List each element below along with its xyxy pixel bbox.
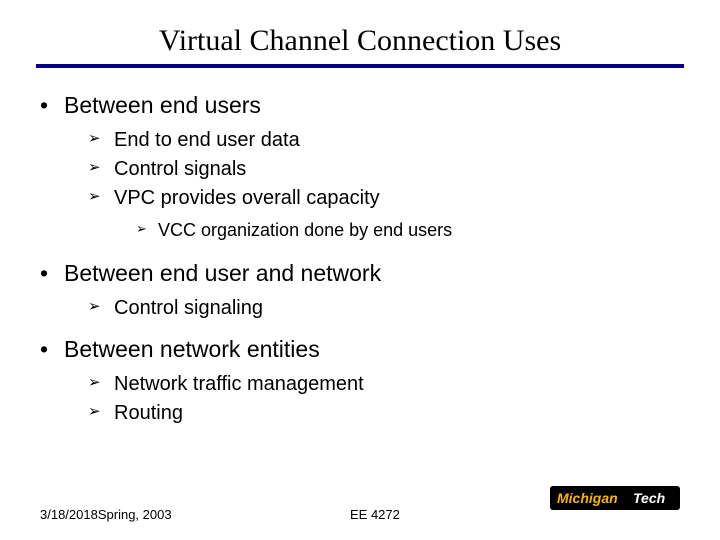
- footer-left: 3/18/2018Spring, 2003: [40, 507, 340, 522]
- bullet-arrow-icon: ➢: [88, 400, 114, 427]
- bullet-lvl2: ➢ VPC provides overall capacity: [88, 185, 680, 212]
- bullet-text: VCC organization done by end users: [158, 218, 452, 242]
- title-rule: [36, 64, 684, 68]
- bullet-lvl2: ➢ Control signals: [88, 156, 680, 183]
- bullet-arrow-icon: ➢: [88, 156, 114, 183]
- bullet-dot-icon: •: [40, 90, 64, 121]
- bullet-dot-icon: •: [40, 334, 64, 365]
- svg-text:Tech: Tech: [633, 490, 665, 506]
- bullet-lvl2: ➢ End to end user data: [88, 127, 680, 154]
- footer-date: 3/18/2018: [40, 507, 98, 522]
- bullet-text: Control signaling: [114, 295, 263, 322]
- content-body: • Between end users ➢ End to end user da…: [40, 90, 680, 427]
- michigan-tech-logo-icon: Michigan Tech: [550, 484, 680, 512]
- bullet-text: Between network entities: [64, 334, 320, 365]
- bullet-arrow-icon: ➢: [88, 295, 114, 322]
- bullet-text: VPC provides overall capacity: [114, 185, 380, 212]
- bullet-text: End to end user data: [114, 127, 300, 154]
- bullet-lvl1: • Between network entities: [40, 334, 680, 365]
- bullet-text: Between end users: [64, 90, 261, 121]
- bullet-lvl3: ➢ VCC organization done by end users: [136, 218, 680, 242]
- bullet-lvl1: • Between end user and network: [40, 258, 680, 289]
- bullet-dot-icon: •: [40, 258, 64, 289]
- bullet-lvl1: • Between end users: [40, 90, 680, 121]
- slide: Virtual Channel Connection Uses • Betwee…: [0, 0, 720, 540]
- bullet-text: Network traffic management: [114, 371, 364, 398]
- svg-text:Michigan: Michigan: [557, 490, 618, 506]
- bullet-text: Between end user and network: [64, 258, 381, 289]
- bullet-arrow-icon: ➢: [136, 218, 158, 242]
- bullet-arrow-icon: ➢: [88, 127, 114, 154]
- footer-term: Spring, 2003: [98, 507, 172, 522]
- bullet-lvl2: ➢ Network traffic management: [88, 371, 680, 398]
- bullet-arrow-icon: ➢: [88, 371, 114, 398]
- bullet-lvl2: ➢ Control signaling: [88, 295, 680, 322]
- footer: 3/18/2018Spring, 2003 EE 4272 Michigan T…: [40, 507, 680, 522]
- bullet-arrow-icon: ➢: [88, 185, 114, 212]
- bullet-text: Routing: [114, 400, 183, 427]
- page-title: Virtual Channel Connection Uses: [40, 24, 680, 58]
- bullet-text: Control signals: [114, 156, 246, 183]
- bullet-lvl2: ➢ Routing: [88, 400, 680, 427]
